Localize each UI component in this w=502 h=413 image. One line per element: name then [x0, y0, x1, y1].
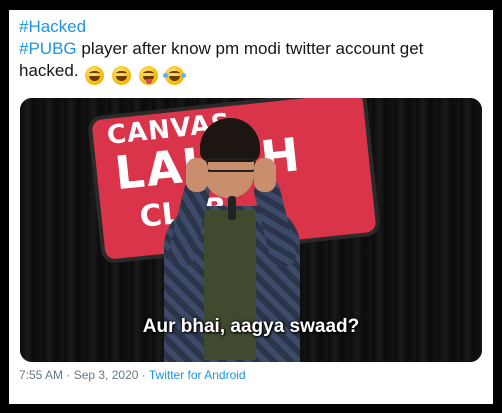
tweet-body-end: hacked.: [19, 61, 79, 80]
grinning-squinting-face-icon: [85, 66, 105, 86]
tweet-media-image[interactable]: CANVAS LAUGH CLUB Aur bhai, aagya swaad?: [20, 98, 482, 362]
tweet-body-line: player after know pm modi twitter accoun…: [76, 39, 424, 58]
meme-caption: Aur bhai, aagya swaad?: [142, 316, 360, 337]
tweet-timestamp[interactable]: 7:55 AM · Sep 3, 2020 ·: [19, 368, 149, 382]
tweet-card: #Hacked #PUBG player after know pm modi …: [9, 10, 493, 404]
grinning-squinting-face-icon: [112, 66, 132, 86]
tweet-source-link[interactable]: Twitter for Android: [149, 368, 246, 382]
tweet-text: #Hacked #PUBG player after know pm modi …: [19, 16, 485, 86]
tweet-meta: 7:55 AM · Sep 3, 2020 · Twitter for Andr…: [19, 368, 246, 382]
microphone-icon: [228, 196, 236, 220]
face-with-tears-of-joy-icon: [163, 66, 187, 86]
hashtag-pubg[interactable]: #PUBG: [19, 39, 77, 58]
hashtag-hacked[interactable]: #Hacked: [19, 17, 86, 36]
winking-face-with-tongue-icon: [138, 66, 158, 86]
